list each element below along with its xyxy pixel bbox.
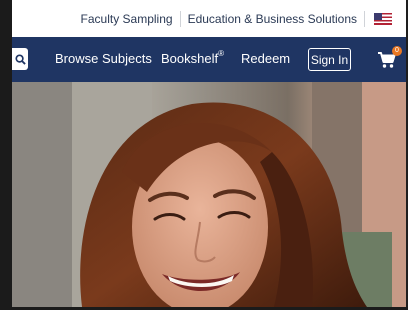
registered-mark: ® <box>218 49 224 58</box>
search-icon <box>14 53 26 65</box>
search-button[interactable] <box>12 48 28 70</box>
faculty-sampling-link[interactable]: Faculty Sampling <box>74 12 180 26</box>
cart-button[interactable]: 0 <box>377 46 402 70</box>
smiling-woman-photo <box>12 82 406 307</box>
education-business-solutions-link[interactable]: Education & Business Solutions <box>181 12 364 26</box>
hero-image <box>12 82 406 307</box>
utility-bar: Faculty Sampling Education & Business So… <box>12 0 406 37</box>
nav-browse-subjects[interactable]: Browse Subjects <box>55 51 152 66</box>
cart-count-badge: 0 <box>392 46 402 56</box>
main-nav: Browse Subjects Bookshelf® Redeem Sign I… <box>12 37 406 82</box>
nav-redeem[interactable]: Redeem <box>241 51 290 66</box>
divider <box>364 10 365 27</box>
sign-in-button[interactable]: Sign In <box>308 48 351 71</box>
nav-bookshelf[interactable]: Bookshelf® <box>161 49 224 66</box>
window-frame-left <box>0 0 12 310</box>
sign-in-label: Sign In <box>310 52 349 67</box>
page: Faculty Sampling Education & Business So… <box>12 0 406 307</box>
us-flag-icon[interactable] <box>374 12 392 25</box>
nav-bookshelf-label: Bookshelf <box>161 51 219 66</box>
